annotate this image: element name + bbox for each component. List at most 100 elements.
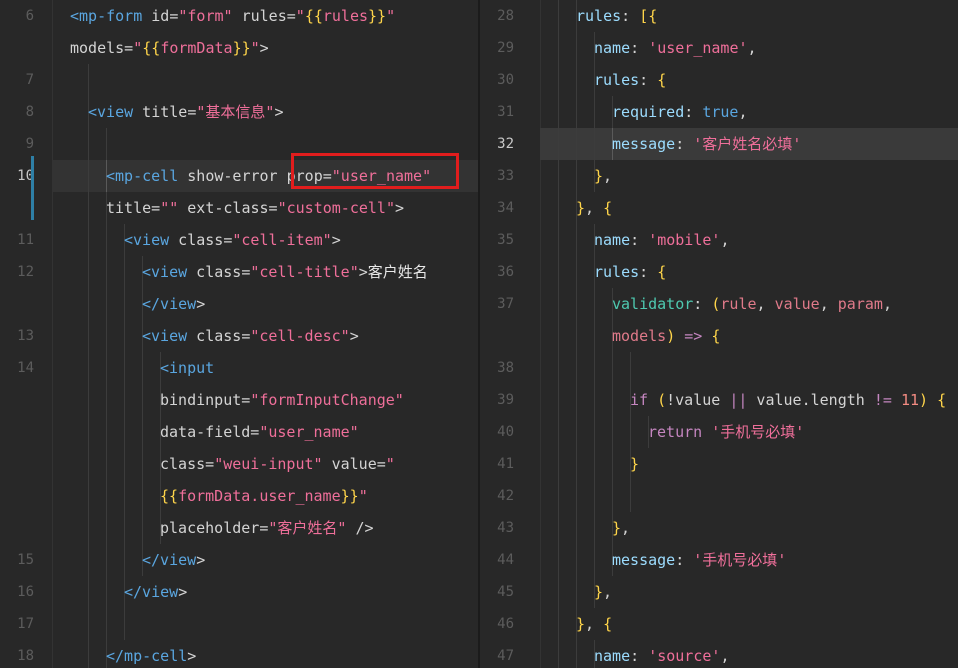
code-token: { <box>603 199 613 217</box>
code-line[interactable]: class="weui-input" value=" <box>0 448 478 480</box>
indent-guide <box>88 160 89 192</box>
code-line[interactable]: 29 name: 'user_name', <box>480 32 958 64</box>
code-line[interactable]: 8 <view title="基本信息"> <box>0 96 478 128</box>
code-token: '手机号必填' <box>711 423 805 441</box>
code-token: rules <box>594 71 640 89</box>
code-line[interactable]: 31 required: true, <box>480 96 958 128</box>
code-token: "cell-title" <box>250 263 359 281</box>
code-token: name <box>594 647 631 665</box>
code-line[interactable]: 13 <view class="cell-desc"> <box>0 320 478 352</box>
code-line[interactable]: 46}, { <box>480 608 958 640</box>
code-line[interactable]: 14 <input <box>0 352 478 384</box>
code-line[interactable]: 42 <box>480 480 958 512</box>
indent-guide <box>576 96 577 128</box>
code-token: true <box>702 103 739 121</box>
line-number: 16 <box>17 584 34 600</box>
code-line[interactable]: 39 if (!value || value.length != 11) { <box>480 384 958 416</box>
indent-guide <box>630 416 631 448</box>
code-token: , <box>621 519 631 537</box>
line-number: 7 <box>25 72 34 88</box>
code-line[interactable]: 30 rules: { <box>480 64 958 96</box>
indent-guide <box>558 544 559 576</box>
code-text: name: 'mobile', <box>594 224 729 256</box>
line-number: 8 <box>25 104 34 120</box>
code-token: > <box>178 583 188 601</box>
code-token: > <box>358 263 368 281</box>
code-token: "客户姓名" <box>268 519 347 537</box>
editor-pane-right[interactable]: 28 rules: [{29 name: 'user_name', 30 rules: … <box>480 0 958 668</box>
code-token: </mp-cell <box>106 647 188 665</box>
code-line[interactable]: 47 name: 'source', <box>480 640 958 668</box>
code-token: , <box>603 167 613 185</box>
code-token: title= <box>133 103 197 121</box>
code-token: models= <box>70 39 134 57</box>
code-line[interactable]: title="" ext-class="custom-cell"> <box>0 192 478 224</box>
code-line[interactable]: placeholder="客户姓名" /> <box>0 512 478 544</box>
code-line[interactable]: 37 validator: (rule, value, param, <box>480 288 958 320</box>
code-line[interactable]: 18 </mp-cell> <box>0 640 478 668</box>
code-token: 11 <box>900 391 919 409</box>
code-token: " <box>133 39 143 57</box>
code-line[interactable]: 43}, <box>480 512 958 544</box>
indent-guide <box>558 352 559 384</box>
code-text: </view> <box>142 544 205 576</box>
indent-guide <box>558 64 559 96</box>
code-token: } <box>576 615 586 633</box>
code-line[interactable]: models="{{formData}}"> <box>0 32 478 64</box>
indent-guide <box>558 416 559 448</box>
code-line[interactable]: 7 <box>0 64 478 96</box>
code-line[interactable]: 45}, <box>480 576 958 608</box>
code-line[interactable]: 35 name: 'mobile', <box>480 224 958 256</box>
code-line[interactable]: 15 </view> <box>0 544 478 576</box>
indent-guide <box>558 608 559 640</box>
indent-guide <box>558 384 559 416</box>
code-line[interactable]: 32 message: '客户姓名必填' <box>497 128 958 160</box>
code-token: 'user_name' <box>648 39 748 57</box>
indent-guide <box>612 384 613 416</box>
code-line[interactable]: 12 <view class="cell-title">客户姓名 <box>0 256 478 288</box>
indent-guide <box>594 96 595 128</box>
indent-guide <box>630 352 631 384</box>
code-line[interactable]: bindinput="formInputChange" <box>0 384 478 416</box>
line-number: 18 <box>17 648 34 664</box>
indent-guide <box>142 512 143 544</box>
modified-line-indicator <box>31 156 34 220</box>
code-line[interactable]: 36 rules: { <box>480 256 958 288</box>
code-text: validator: (rule, value, param, <box>612 288 892 320</box>
editor-pane-left[interactable]: 6 <mp-form id="form" rules="{{rules}}" mod… <box>0 0 478 668</box>
code-token: rules= <box>232 7 296 25</box>
code-token: : <box>630 39 649 57</box>
code-line[interactable]: </view> <box>0 288 478 320</box>
code-line[interactable]: models) => { <box>480 320 958 352</box>
code-token: class= <box>187 263 251 281</box>
code-token: }} <box>340 487 359 505</box>
code-line[interactable]: 28 rules: [{ <box>480 0 958 32</box>
line-number: 38 <box>497 360 514 376</box>
code-line[interactable]: 44 message: '手机号必填' <box>480 544 958 576</box>
line-number: 11 <box>17 232 34 248</box>
indent-guide <box>576 512 577 544</box>
code-line[interactable]: 6 <mp-form id="form" rules="{{rules}}" <box>0 0 478 32</box>
code-text: if (!value || value.length != 11) { <box>630 384 946 416</box>
code-token: </view <box>142 295 197 313</box>
code-token: id= <box>142 7 179 25</box>
code-line[interactable]: 17 <box>0 608 478 640</box>
code-line[interactable]: 40 return '手机号必填' <box>480 416 958 448</box>
code-line[interactable]: 38 <box>480 352 958 384</box>
code-line[interactable]: 33}, <box>480 160 958 192</box>
indent-guide <box>142 352 143 384</box>
indent-guide <box>124 320 125 352</box>
code-line[interactable]: {{formData.user_name}}" <box>0 480 478 512</box>
code-line[interactable]: 11 <view class="cell-item"> <box>0 224 478 256</box>
indent-guide <box>576 352 577 384</box>
code-line[interactable]: 16 </view> <box>0 576 478 608</box>
indent-guide <box>106 352 107 384</box>
code-line[interactable]: data-field="user_name" <box>0 416 478 448</box>
indent-guide <box>576 384 577 416</box>
code-token: } <box>630 455 640 473</box>
indent-guide <box>142 480 143 512</box>
code-line[interactable]: 41} <box>480 448 958 480</box>
indent-guide <box>630 480 631 512</box>
code-line[interactable]: 34}, { <box>480 192 958 224</box>
code-text: </mp-cell> <box>106 640 196 668</box>
